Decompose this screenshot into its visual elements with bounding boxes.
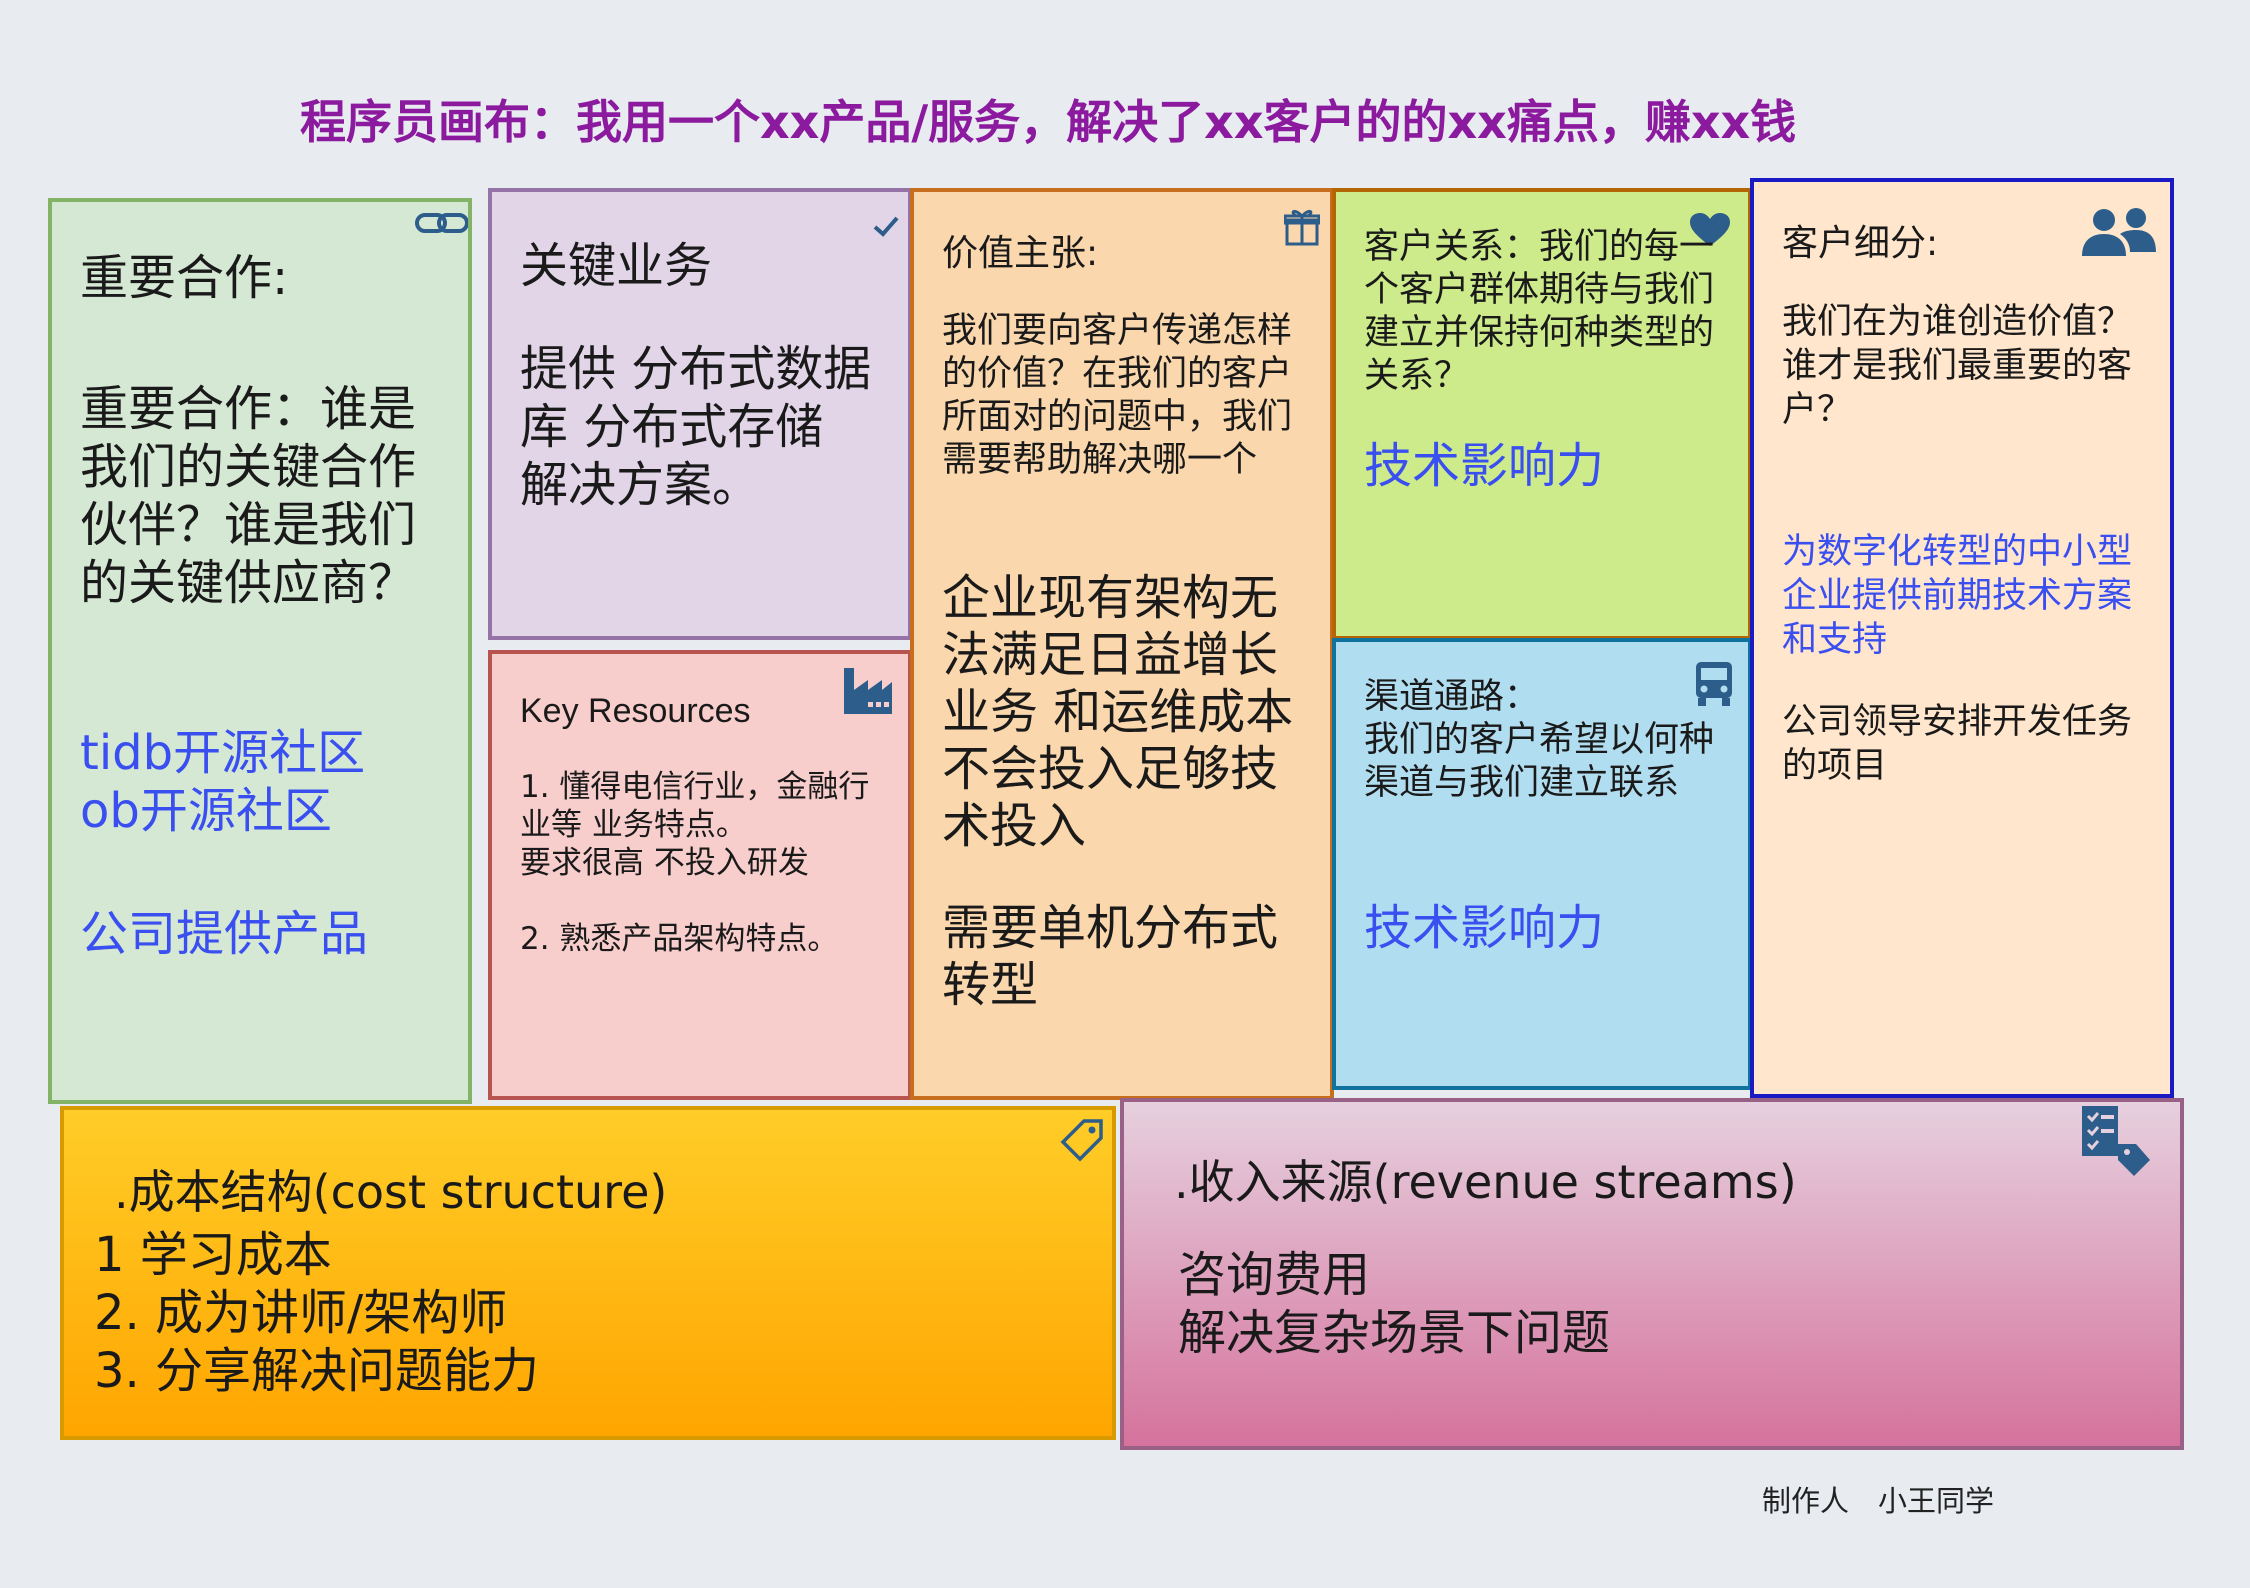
key-partners-question: 重要合作：谁是 我们的关键合作 伙伴？谁是我们 的关键供应商？ (80, 381, 417, 611)
key-activities-block: 关键业务 提供 分布式数据 库 分布式存储 解决方案。 (488, 188, 912, 640)
page-title: 程序员画布：我用一个xx产品/服务，解决了xx客户的的xx痛点，赚xx钱 (300, 95, 1797, 149)
value-propositions-question: 我们要向客户传递怎样 的价值？在我们的客户 所面对的问题中，我们 需要帮助解决哪… (942, 311, 1293, 480)
customer-relationships-block: 客户关系：我们的每一 个客户群体期待与我们 建立并保持何种类型的 关系？ 技术影… (1332, 188, 1752, 640)
customer-segments-heading: 客户细分: (1782, 223, 1939, 264)
key-partners-block: 重要合作: 重要合作：谁是 我们的关键合作 伙伴？谁是我们 的关键供应商？ ti… (48, 198, 472, 1104)
channels-answer: 技术影响力 (1364, 900, 1605, 956)
key-activities-heading: 关键业务 (520, 238, 713, 294)
revenue-streams-heading: .收入来源(revenue streams) (1174, 1155, 1797, 1209)
channels-question: 渠道通路： 我们的客户希望以何种 渠道与我们建立联系 (1364, 677, 1715, 803)
check-icon (872, 214, 900, 242)
cost-structure-content: 1 学习成本 2. 成为讲师/架构师 3. 分享解决问题能力 (94, 1227, 540, 1399)
tag-icon (1060, 1118, 1104, 1166)
customer-segments-note: 公司领导安排开发任务 的项目 (1782, 702, 2133, 786)
customer-segments-question: 我们在为谁创造价值？ 谁才是我们最重要的客 户？ (1782, 302, 2133, 430)
key-resources-content: 1. 懂得电信行业，金融行 业等 业务特点。 要求很高 不投入研发 2. 熟悉产… (520, 769, 870, 957)
key-resources-block: Key Resources 1. 懂得电信行业，金融行 业等 业务特点。 要求很… (488, 650, 912, 1100)
cost-structure-block: .成本结构(cost structure) 1 学习成本 2. 成为讲师/架构师… (60, 1106, 1116, 1440)
key-partners-item-company: 公司提供产品 (80, 906, 369, 962)
users-icon (2080, 206, 2158, 262)
revenue-streams-content: 咨询费用 解决复杂场景下问题 (1178, 1247, 1611, 1361)
factory-icon (840, 660, 896, 720)
key-activities-content: 提供 分布式数据 库 分布式存储 解决方案。 (520, 341, 872, 513)
revenue-streams-block: .收入来源(revenue streams) 咨询费用 解决复杂场景下问题 (1120, 1098, 2184, 1450)
customer-segments-answer: 为数字化转型的中小型 企业提供前期技术方案 和支持 (1782, 532, 2133, 660)
value-propositions-block: 价值主张: 我们要向客户传递怎样 的价值？在我们的客户 所面对的问题中，我们 需… (910, 188, 1334, 1100)
link-icon (414, 208, 468, 242)
key-resources-heading: Key Resources (520, 692, 751, 730)
customer-relationships-question: 客户关系：我们的每一 个客户群体期待与我们 建立并保持何种类型的 关系？ (1364, 227, 1715, 396)
value-propositions-content: 企业现有架构无 法满足日益增长 业务 和运维成本 不会投入足够技 术投入 (942, 570, 1294, 854)
cost-structure-heading: .成本结构(cost structure) (114, 1165, 668, 1219)
customer-segments-block: 客户细分: 我们在为谁创造价值？ 谁才是我们最重要的客 户？ 为数字化转型的中小… (1750, 178, 2174, 1098)
customer-relationships-answer: 技术影响力 (1364, 438, 1605, 494)
author-credit: 制作人 小王同学 (1762, 1484, 1995, 1518)
gift-icon (1283, 206, 1321, 250)
channels-block: 渠道通路： 我们的客户希望以何种 渠道与我们建立联系 技术影响力 (1332, 638, 1752, 1090)
price-list-icon (2078, 1104, 2154, 1184)
value-propositions-content-2: 需要单机分布式 转型 (942, 900, 1279, 1013)
key-partners-heading: 重要合作: (80, 250, 289, 306)
key-partners-items: tidb开源社区 ob开源社区 (80, 725, 366, 839)
value-propositions-heading: 价值主张: (942, 233, 1099, 274)
